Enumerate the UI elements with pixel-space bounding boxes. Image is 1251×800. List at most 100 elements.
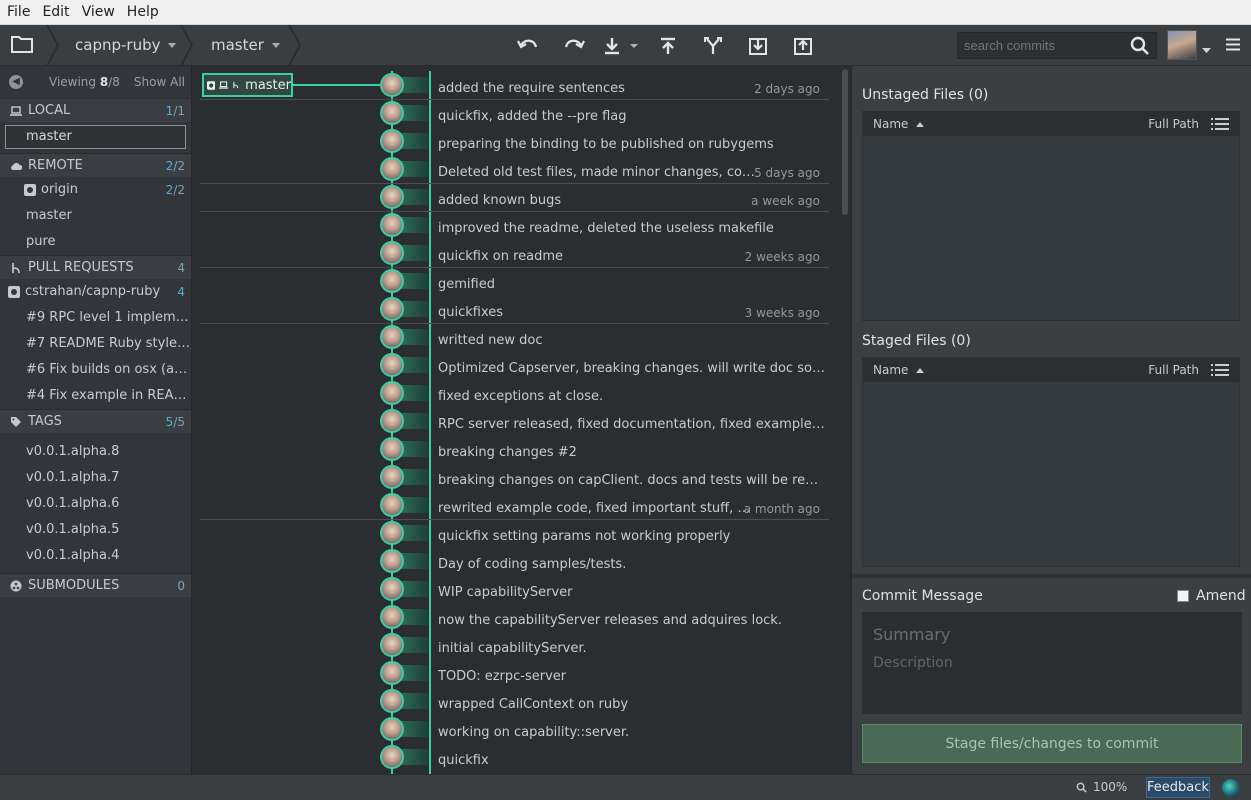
folder-icon[interactable] xyxy=(10,34,34,56)
pull-request-item[interactable]: #6 Fix builds on osx (and els... xyxy=(0,357,191,383)
menu-edit[interactable]: Edit xyxy=(36,0,75,24)
commit-row[interactable]: RPC server released, fixed documentation… xyxy=(193,407,841,435)
show-all-link[interactable]: Show All xyxy=(134,75,185,89)
pull-request-item[interactable]: #4 Fix example in README xyxy=(0,383,191,409)
zoom-control[interactable]: 100% xyxy=(1076,780,1127,794)
commit-author-avatar[interactable] xyxy=(380,549,404,573)
commit-row[interactable]: working on capability::server. xyxy=(193,715,841,743)
push-button[interactable] xyxy=(655,33,681,59)
description-input[interactable]: Description xyxy=(873,655,1231,671)
local-branch-master[interactable]: master xyxy=(5,125,186,149)
section-submodules[interactable]: SUBMODULES 0 xyxy=(0,573,191,597)
pull-request-item[interactable]: #7 README Ruby style: clos... xyxy=(0,331,191,357)
commit-author-avatar[interactable] xyxy=(380,521,404,545)
commit-author-avatar[interactable] xyxy=(380,381,404,405)
list-view-icon[interactable] xyxy=(1211,118,1229,130)
commit-author-avatar[interactable] xyxy=(380,633,404,657)
collapse-sidebar-icon[interactable]: ◀ xyxy=(9,75,23,89)
amend-checkbox[interactable]: Amend xyxy=(1177,588,1246,604)
commit-row[interactable]: breaking changes #2 xyxy=(193,435,841,463)
sort-by-name[interactable]: Name xyxy=(873,363,925,377)
commit-row[interactable]: WIP capabilityServer xyxy=(193,575,841,603)
avatar[interactable] xyxy=(1167,30,1197,60)
commit-row[interactable]: quickfix on readme 2 weeks ago xyxy=(193,239,841,267)
redo-button[interactable] xyxy=(561,33,587,59)
commit-author-avatar[interactable] xyxy=(380,465,404,489)
commit-author-avatar[interactable] xyxy=(380,493,404,517)
commit-author-avatar[interactable] xyxy=(380,185,404,209)
remote-origin[interactable]: origin 2/2 xyxy=(0,177,191,203)
tag-item[interactable]: v0.0.1.alpha.7 xyxy=(0,465,191,491)
full-path-toggle[interactable]: Full Path xyxy=(1148,363,1199,377)
search-icon[interactable] xyxy=(1130,36,1150,60)
menu-file[interactable]: File xyxy=(0,0,36,24)
commit-row[interactable]: rewrited example code, fixed important s… xyxy=(193,491,841,519)
commit-author-avatar[interactable] xyxy=(380,325,404,349)
feedback-button[interactable]: Feedback xyxy=(1146,777,1210,798)
graph-scrollbar-thumb[interactable] xyxy=(842,69,848,215)
commit-row[interactable]: quickfix xyxy=(193,743,841,771)
tag-item[interactable]: v0.0.1.alpha.5 xyxy=(0,517,191,543)
undo-button[interactable] xyxy=(515,33,541,59)
commit-author-avatar[interactable] xyxy=(380,409,404,433)
summary-input[interactable]: Summary xyxy=(873,625,1231,655)
commit-row[interactable]: Day of coding samples/tests. xyxy=(193,547,841,575)
commit-author-avatar[interactable] xyxy=(380,577,404,601)
commit-author-avatar[interactable] xyxy=(380,73,404,97)
chevron-down-icon[interactable] xyxy=(1202,43,1211,58)
commit-author-avatar[interactable] xyxy=(380,437,404,461)
search-commits-input[interactable] xyxy=(957,32,1157,59)
commit-row[interactable]: quickfixes 3 weeks ago xyxy=(193,295,841,323)
commit-author-avatar[interactable] xyxy=(380,129,404,153)
commit-author-avatar[interactable] xyxy=(380,353,404,377)
app-logo-icon[interactable] xyxy=(1222,779,1240,797)
section-local[interactable]: LOCAL 1/1 xyxy=(0,98,191,122)
commit-row[interactable]: Deleted old test files, made minor chang… xyxy=(193,155,841,183)
tag-item[interactable]: v0.0.1.alpha.4 xyxy=(0,543,191,569)
commit-row[interactable]: quickfix setting params not working prop… xyxy=(193,519,841,547)
remote-branch-pure[interactable]: pure xyxy=(0,229,191,255)
section-tags[interactable]: TAGS 5/5 xyxy=(0,409,191,433)
commit-row[interactable]: breaking changes on capClient. docs and … xyxy=(193,463,841,491)
pull-request-repo[interactable]: cstrahan/capnp-ruby 4 xyxy=(0,279,191,305)
commit-row[interactable]: improved the readme, deleted the useless… xyxy=(193,211,841,239)
commit-author-avatar[interactable] xyxy=(380,689,404,713)
commit-row[interactable]: gemified xyxy=(193,267,841,295)
menu-view[interactable]: View xyxy=(76,0,121,24)
commit-author-avatar[interactable] xyxy=(380,297,404,321)
commit-row[interactable]: now the capabilityServer releases and ad… xyxy=(193,603,841,631)
commit-author-avatar[interactable] xyxy=(380,269,404,293)
staged-files-list[interactable]: Name Full Path xyxy=(862,357,1240,567)
commit-row[interactable]: added known bugs a week ago xyxy=(193,183,841,211)
panel-divider[interactable] xyxy=(852,574,1251,578)
stage-files-button[interactable]: Stage files/changes to commit xyxy=(862,724,1242,763)
pop-button[interactable] xyxy=(790,33,816,59)
commit-row[interactable]: quickfix, added the --pre flag xyxy=(193,99,841,127)
stash-button[interactable] xyxy=(745,33,771,59)
commit-author-avatar[interactable] xyxy=(380,157,404,181)
sort-by-name[interactable]: Name xyxy=(873,117,925,131)
commit-author-avatar[interactable] xyxy=(380,241,404,265)
commit-author-avatar[interactable] xyxy=(380,101,404,125)
commit-author-avatar[interactable] xyxy=(380,717,404,741)
tag-item[interactable]: v0.0.1.alpha.8 xyxy=(0,439,191,465)
unstaged-files-list[interactable]: Name Full Path xyxy=(862,111,1240,321)
commit-author-avatar[interactable] xyxy=(380,213,404,237)
section-pull-requests[interactable]: PULL REQUESTS 4 xyxy=(0,255,191,279)
commit-row[interactable]: added the require sentences 2 days ago xyxy=(193,71,841,99)
commit-row[interactable]: preparing the binding to be published on… xyxy=(193,127,841,155)
commit-row[interactable]: initial capabilityServer. xyxy=(193,631,841,659)
remote-branch-master[interactable]: master xyxy=(0,203,191,229)
commit-row[interactable]: Optimized Capserver, breaking changes. w… xyxy=(193,351,841,379)
commit-row[interactable]: fixed exceptions at close. xyxy=(193,379,841,407)
commit-row[interactable]: wrapped CallContext on ruby xyxy=(193,687,841,715)
pull-button[interactable] xyxy=(599,33,625,59)
hamburger-menu-icon[interactable] xyxy=(1226,38,1240,55)
branch-selector[interactable]: master xyxy=(211,25,280,66)
menu-help[interactable]: Help xyxy=(121,0,165,24)
list-view-icon[interactable] xyxy=(1211,364,1229,376)
full-path-toggle[interactable]: Full Path xyxy=(1148,117,1199,131)
commit-author-avatar[interactable] xyxy=(380,661,404,685)
commit-author-avatar[interactable] xyxy=(380,745,404,769)
commit-row[interactable]: TODO: ezrpc-server xyxy=(193,659,841,687)
